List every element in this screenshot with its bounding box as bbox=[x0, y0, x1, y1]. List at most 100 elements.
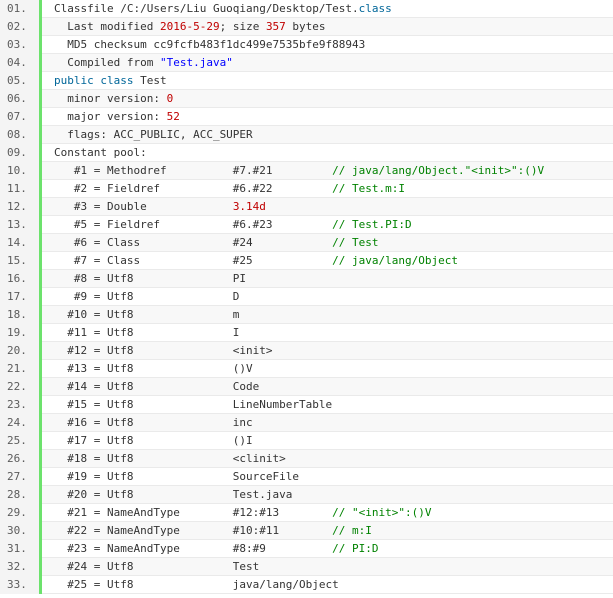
code-line: 31. #23 = NameAndType #8:#9 // PI:D bbox=[0, 540, 613, 558]
code-line: 01. Classfile /C:/Users/Liu Guoqiang/Desk… bbox=[0, 0, 613, 18]
code-listing: 01. Classfile /C:/Users/Liu Guoqiang/Desk… bbox=[0, 0, 613, 598]
token-plain: #16 = Utf8 inc bbox=[54, 416, 253, 429]
code-text: #9 = Utf8 D bbox=[54, 288, 240, 306]
token-number: 0 bbox=[166, 92, 174, 105]
code-line: 20. #12 = Utf8 <init> bbox=[0, 342, 613, 360]
code-line: 07. major version: 52 bbox=[0, 108, 613, 126]
code-line: 17. #9 = Utf8 D bbox=[0, 288, 613, 306]
line-number: 31. bbox=[0, 540, 42, 558]
code-line: 09. Constant pool: bbox=[0, 144, 613, 162]
code-line: 04. Compiled from "Test.java" bbox=[0, 54, 613, 72]
code-line: 29. #21 = NameAndType #12:#13 // "<init>… bbox=[0, 504, 613, 522]
code-line: 10. #1 = Methodref #7.#21 // java/lang/O… bbox=[0, 162, 613, 180]
token-number: 52 bbox=[166, 110, 180, 123]
code-line: 18. #10 = Utf8 m bbox=[0, 306, 613, 324]
code-line: 26. #18 = Utf8 <clinit> bbox=[0, 450, 613, 468]
line-number: 12. bbox=[0, 198, 42, 216]
code-text: #17 = Utf8 ()I bbox=[54, 432, 253, 450]
code-text: #1 = Methodref #7.#21 // java/lang/Objec… bbox=[54, 162, 544, 180]
line-number: 13. bbox=[0, 216, 42, 234]
code-text: #25 = Utf8 java/lang/Object bbox=[54, 576, 339, 594]
code-text: major version: 52 bbox=[54, 108, 180, 126]
code-line: 22. #14 = Utf8 Code bbox=[0, 378, 613, 396]
code-text: #20 = Utf8 Test.java bbox=[54, 486, 292, 504]
line-number: 29. bbox=[0, 504, 42, 522]
code-text: #14 = Utf8 Code bbox=[54, 378, 259, 396]
code-line: 03. MD5 checksum cc9fcfb483f1dc499e7535b… bbox=[0, 36, 613, 54]
code-text: #2 = Fieldref #6.#22 // Test.m:I bbox=[54, 180, 405, 198]
line-number: 04. bbox=[0, 54, 42, 72]
code-text: Classfile /C:/Users/Liu Guoqiang/Desktop… bbox=[54, 0, 392, 18]
line-number: 18. bbox=[0, 306, 42, 324]
line-number: 06. bbox=[0, 90, 42, 108]
token-plain: #22 = NameAndType #10:#11 bbox=[54, 524, 333, 537]
line-number: 20. bbox=[0, 342, 42, 360]
code-text: #3 = Double 3.14d bbox=[54, 198, 266, 216]
line-number: 08. bbox=[0, 126, 42, 144]
line-number: 30. bbox=[0, 522, 42, 540]
line-number: 10. bbox=[0, 162, 42, 180]
code-text: #12 = Utf8 <init> bbox=[54, 342, 273, 360]
code-line: 27. #19 = Utf8 SourceFile bbox=[0, 468, 613, 486]
code-text: flags: ACC_PUBLIC, ACC_SUPER bbox=[54, 126, 252, 144]
token-plain: #2 = Fieldref #6.#22 bbox=[54, 182, 333, 195]
code-text: #23 = NameAndType #8:#9 // PI:D bbox=[54, 540, 378, 558]
line-number: 23. bbox=[0, 396, 42, 414]
code-text: Constant pool: bbox=[54, 144, 147, 162]
token-keyword: class bbox=[358, 2, 392, 15]
token-plain: #12 = Utf8 <init> bbox=[54, 344, 273, 357]
code-text: #16 = Utf8 inc bbox=[54, 414, 253, 432]
token-plain: minor version: bbox=[54, 92, 167, 105]
token-plain: #9 = Utf8 D bbox=[54, 290, 240, 303]
token-comment: // java/lang/Object."<init>":()V bbox=[332, 164, 545, 177]
code-text: #10 = Utf8 m bbox=[54, 306, 239, 324]
code-line: 15. #7 = Class #25 // java/lang/Object bbox=[0, 252, 613, 270]
token-comment: // m:I bbox=[332, 524, 372, 537]
code-line: 06. minor version: 0 bbox=[0, 90, 613, 108]
code-text: #18 = Utf8 <clinit> bbox=[54, 450, 286, 468]
token-plain: #15 = Utf8 LineNumberTable bbox=[54, 398, 333, 411]
token-plain: Compiled from bbox=[54, 56, 160, 69]
token-plain: #24 = Utf8 Test bbox=[54, 560, 260, 573]
code-text: #21 = NameAndType #12:#13 // "<init>":()… bbox=[54, 504, 431, 522]
token-plain: #10 = Utf8 m bbox=[54, 308, 240, 321]
code-line: 30. #22 = NameAndType #10:#11 // m:I bbox=[0, 522, 613, 540]
code-text: minor version: 0 bbox=[54, 90, 173, 108]
code-line: 33. #25 = Utf8 java/lang/Object bbox=[0, 576, 613, 594]
line-number: 26. bbox=[0, 450, 42, 468]
token-plain: #1 = Methodref #7.#21 bbox=[54, 164, 333, 177]
code-text: public class Test bbox=[54, 72, 167, 90]
line-number: 21. bbox=[0, 360, 42, 378]
code-text: #6 = Class #24 // Test bbox=[54, 234, 379, 252]
token-plain: #17 = Utf8 ()I bbox=[54, 434, 253, 447]
token-plain: Last modified bbox=[54, 20, 160, 33]
code-line: 19. #11 = Utf8 I bbox=[0, 324, 613, 342]
line-number: 05. bbox=[0, 72, 42, 90]
code-text: #11 = Utf8 I bbox=[54, 324, 239, 342]
token-keyword: class bbox=[100, 74, 134, 87]
line-number: 09. bbox=[0, 144, 42, 162]
code-line: 25. #17 = Utf8 ()I bbox=[0, 432, 613, 450]
code-line: 23. #15 = Utf8 LineNumberTable bbox=[0, 396, 613, 414]
token-comment: // java/lang/Object bbox=[332, 254, 458, 267]
token-plain: #14 = Utf8 Code bbox=[54, 380, 260, 393]
token-plain: major version: bbox=[54, 110, 167, 123]
token-plain: #20 = Utf8 Test.java bbox=[54, 488, 293, 501]
line-number: 28. bbox=[0, 486, 42, 504]
line-number: 07. bbox=[0, 108, 42, 126]
token-number: 3.14d bbox=[232, 200, 266, 213]
code-text: #7 = Class #25 // java/lang/Object bbox=[54, 252, 458, 270]
token-plain: #8 = Utf8 PI bbox=[54, 272, 247, 285]
code-line: 02. Last modified 2016-5-29; size 357 by… bbox=[0, 18, 613, 36]
code-text: Compiled from "Test.java" bbox=[54, 54, 233, 72]
code-line: 14. #6 = Class #24 // Test bbox=[0, 234, 613, 252]
token-plain: Classfile /C:/Users/Liu Guoqiang/Desktop… bbox=[54, 2, 359, 15]
code-text: #19 = Utf8 SourceFile bbox=[54, 468, 299, 486]
code-text: #22 = NameAndType #10:#11 // m:I bbox=[54, 522, 372, 540]
code-text: #8 = Utf8 PI bbox=[54, 270, 246, 288]
token-plain: #13 = Utf8 ()V bbox=[54, 362, 253, 375]
line-number: 14. bbox=[0, 234, 42, 252]
line-number: 11. bbox=[0, 180, 42, 198]
token-plain: MD5 checksum cc9fcfb483f1dc499e7535bfe9f… bbox=[54, 38, 366, 51]
line-number: 01. bbox=[0, 0, 42, 18]
